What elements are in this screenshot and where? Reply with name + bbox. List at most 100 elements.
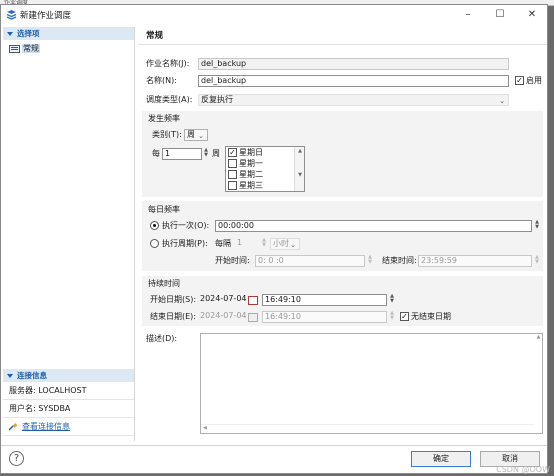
ok-button[interactable]: 确定: [411, 451, 471, 467]
weekday-item[interactable]: 星期二: [226, 169, 304, 180]
occurrence-frequency-title: 发生频率: [148, 114, 180, 123]
dialog-footer: ? 确定 取消: [1, 445, 547, 473]
chevron-down-icon: ⌄: [499, 97, 505, 105]
connection-section-header[interactable]: 连接信息: [3, 369, 134, 382]
end-time-label: 结束时间:: [382, 256, 417, 265]
watermark-text: CSDN @OOW: [496, 465, 550, 474]
start-date-input[interactable]: 2024-07-04: [198, 294, 247, 306]
minimize-button[interactable]: –: [453, 7, 483, 23]
weekday-label: 星期日: [239, 148, 263, 157]
view-connection-row[interactable]: 查看连接信息: [3, 418, 134, 436]
main-panel: 常规 作业名称(J): del_backup 名称(N): del_backup…: [138, 27, 547, 443]
start-time-of-day-spinner[interactable]: ▲ ▼: [388, 294, 396, 306]
end-time-spinner: ▲ ▼: [535, 254, 539, 265]
daily-frequency-group: 每日频率 执行一次(O): 00:00:00 ▲ ▼ 执行周期(P): 每隔 1 …: [142, 201, 543, 271]
end-date-input: 2024-07-04: [200, 311, 247, 320]
occurrence-frequency-group: 发生频率 类别(T): 周 ⌄ 每 1 ▲ ▼ 周 ✓ 星期日 星期一 星期二 星期…: [142, 111, 543, 197]
duration-group: 持续时间 开始日期(S): 2024-07-04 16:49:10 ▲ ▼ 结束日…: [142, 276, 543, 326]
execute-once-label: 执行一次(O):: [162, 221, 210, 230]
period-interval-spinner: ▲ ▼: [262, 237, 266, 248]
select-section-header[interactable]: 选择项: [3, 27, 134, 40]
name-input[interactable]: del_backup: [198, 75, 509, 87]
schedule-type-select[interactable]: 反复执行 ⌄: [198, 94, 509, 106]
user-info: 用户名: SYSDBA: [3, 400, 134, 418]
tree-item-general[interactable]: 常规: [9, 43, 40, 55]
execute-once-time-input[interactable]: 00:00:00: [215, 220, 532, 232]
weekday-label: 星期一: [239, 159, 263, 168]
execute-once-radio[interactable]: [150, 221, 159, 230]
chevron-down-icon: ⌄: [290, 241, 296, 249]
duration-title: 持续时间: [148, 279, 180, 288]
end-time-of-day-spinner: ▲ ▼: [390, 310, 394, 321]
description-label: 描述(D):: [146, 334, 178, 343]
page-icon: [9, 44, 20, 53]
title-bar: 新建作业调度 – ☐ ✕: [1, 5, 547, 25]
period-interval-input: 1: [237, 238, 243, 247]
category-value: 周: [187, 130, 195, 139]
category-select[interactable]: 周 ⌄: [184, 129, 208, 141]
window-title: 新建作业调度: [20, 11, 72, 21]
dialog-window: 新建作业调度 – ☐ ✕ 选择项 常规 连接信息 服务器: LOCALHOST …: [0, 4, 548, 474]
schedule-type-label: 调度类型(A):: [146, 95, 193, 104]
weekday-checkbox[interactable]: [228, 181, 237, 190]
end-date-label: 结束日期(E):: [150, 312, 196, 321]
chevron-down-icon: ⌄: [198, 132, 204, 140]
enable-label: 启用: [526, 76, 542, 85]
every-label: 每: [152, 149, 160, 158]
week-interval-spinner[interactable]: ▲ ▼: [202, 148, 210, 160]
end-time-input: 23:59:59: [418, 255, 532, 267]
weekday-item[interactable]: 星期一: [226, 158, 304, 169]
maximize-button[interactable]: ☐: [485, 7, 515, 23]
category-label: 类别(T):: [152, 130, 182, 139]
no-end-date-checkbox[interactable]: ✓: [400, 312, 409, 321]
close-button[interactable]: ✕: [517, 7, 547, 23]
name-label: 名称(N):: [146, 76, 177, 85]
weekday-item[interactable]: ✓ 星期日: [226, 147, 304, 158]
page-title: 常规: [138, 27, 547, 45]
calendar-icon[interactable]: [248, 296, 258, 305]
weekday-label: 星期三: [239, 181, 263, 190]
server-info: 服务器: LOCALHOST: [3, 382, 134, 400]
app-logo-icon: [6, 10, 17, 20]
collapse-triangle-icon: [7, 374, 13, 378]
execute-period-label: 执行周期(P):: [162, 239, 208, 248]
description-scrollbar[interactable]: ▲: [534, 334, 543, 433]
start-time-spinner: ▲ ▼: [368, 254, 372, 265]
select-section-label: 选择项: [17, 29, 40, 38]
period-unit-value: 小时: [273, 239, 289, 248]
daily-frequency-title: 每日频率: [148, 205, 180, 214]
execute-period-radio[interactable]: [150, 239, 159, 248]
start-date-label: 开始日期(S):: [150, 295, 197, 304]
period-unit-select: 小时 ⌄: [270, 238, 300, 250]
week-interval-input[interactable]: 1: [162, 148, 202, 160]
period-every-label: 每隔: [215, 239, 231, 248]
help-icon[interactable]: ?: [9, 451, 24, 466]
weekday-checkbox[interactable]: [228, 159, 237, 168]
start-time-label: 开始时间:: [215, 256, 250, 265]
connection-section: 连接信息 服务器: LOCALHOST 用户名: SYSDBA 查看连接信息: [3, 369, 134, 436]
job-name-label: 作业名称(J):: [146, 59, 190, 68]
description-textarea[interactable]: ▲ ◀: [200, 333, 543, 434]
start-time-input: 0: 0 :0: [255, 255, 365, 267]
weekday-item[interactable]: 星期三: [226, 180, 304, 191]
job-name-field: del_backup: [198, 58, 509, 70]
no-end-date-label: 无结束日期: [411, 312, 451, 321]
tree-item-label: 常规: [22, 44, 40, 53]
weekday-checkbox[interactable]: [228, 170, 237, 179]
description-hscrollbar[interactable]: ◀: [201, 424, 534, 433]
end-time-of-day-input: 16:49:10: [262, 311, 387, 323]
view-connection-link[interactable]: 查看连接信息: [22, 422, 70, 431]
week-unit-label: 周: [212, 149, 220, 158]
start-time-of-day-input[interactable]: 16:49:10: [262, 294, 387, 306]
execute-once-spinner[interactable]: ▲ ▼: [533, 220, 541, 232]
weekday-checkbox[interactable]: ✓: [228, 148, 237, 157]
calendar-icon: [248, 313, 258, 322]
connection-section-label: 连接信息: [17, 371, 47, 380]
collapse-triangle-icon: [7, 32, 13, 36]
weekday-label: 星期二: [239, 170, 263, 179]
connection-plug-icon: [9, 422, 18, 431]
weekday-scrollbar[interactable]: ▲ ▼: [294, 147, 304, 191]
schedule-type-value: 反复执行: [201, 95, 233, 104]
enable-checkbox[interactable]: ✓: [515, 76, 524, 85]
weekday-list: ✓ 星期日 星期一 星期二 星期三 ▲ ▼: [225, 146, 305, 192]
